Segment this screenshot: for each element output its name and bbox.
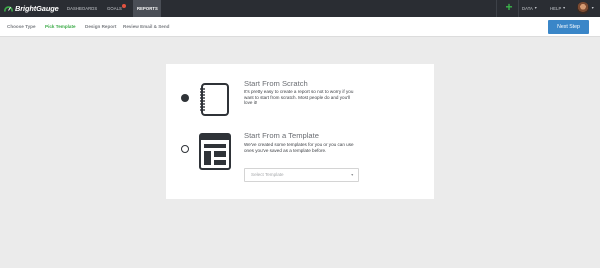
start-from-template-description: We've created some templates for you or … <box>244 142 354 153</box>
nav-goals-label: GOALS <box>107 6 122 11</box>
notification-dot <box>121 4 126 8</box>
brand-logo[interactable]: BrightGauge <box>4 3 59 14</box>
next-step-button[interactable]: Next Step <box>548 20 589 34</box>
brightgauge-logo-icon <box>4 4 13 13</box>
start-from-scratch-description: It's pretty easy to create a report so n… <box>244 89 354 106</box>
nav-help-label: HELP <box>550 6 562 11</box>
step-review-email-send[interactable]: Review Email & Send <box>123 17 169 37</box>
chevron-down-icon: ▼ <box>533 6 538 11</box>
report-type-card: Start From Scratch It's pretty easy to c… <box>166 64 434 199</box>
nav-divider <box>496 0 497 17</box>
nav-goals[interactable]: GOALS <box>107 0 126 17</box>
start-from-template-radio[interactable] <box>181 145 189 153</box>
start-from-scratch-radio[interactable] <box>181 94 189 102</box>
chevron-down-icon: ▼ <box>562 6 566 11</box>
nav-data-label: DATA <box>522 6 533 11</box>
chevron-down-icon: ▼ <box>350 173 354 177</box>
step-choose-type[interactable]: Choose Type <box>7 17 36 37</box>
template-select[interactable]: Select Template ▼ <box>244 168 359 182</box>
template-layout-icon <box>199 133 231 170</box>
chevron-down-icon[interactable]: ▼ <box>591 6 594 10</box>
step-pick-template[interactable]: Pick Template <box>45 17 76 37</box>
plus-icon[interactable]: + <box>503 1 515 14</box>
nav-dashboards[interactable]: DASHBOARDS <box>67 0 97 17</box>
nav-data-menu[interactable]: DATA▼ <box>522 0 538 17</box>
brand-name: BrightGauge <box>15 4 59 13</box>
top-navbar: BrightGauge DASHBOARDS GOALS REPORTS + D… <box>0 0 600 17</box>
user-avatar[interactable] <box>577 2 589 14</box>
step-design-report[interactable]: Design Report <box>85 17 116 37</box>
nav-divider <box>518 0 519 17</box>
notebook-icon <box>199 83 230 116</box>
nav-help-menu[interactable]: HELP▼ <box>550 0 566 17</box>
template-select-placeholder: Select Template <box>251 172 284 177</box>
start-from-template-title[interactable]: Start From a Template <box>244 131 319 140</box>
nav-reports[interactable]: REPORTS <box>133 0 161 17</box>
wizard-steps-bar: Choose Type Pick Template Design Report … <box>0 17 600 37</box>
start-from-scratch-title[interactable]: Start From Scratch <box>244 79 308 88</box>
